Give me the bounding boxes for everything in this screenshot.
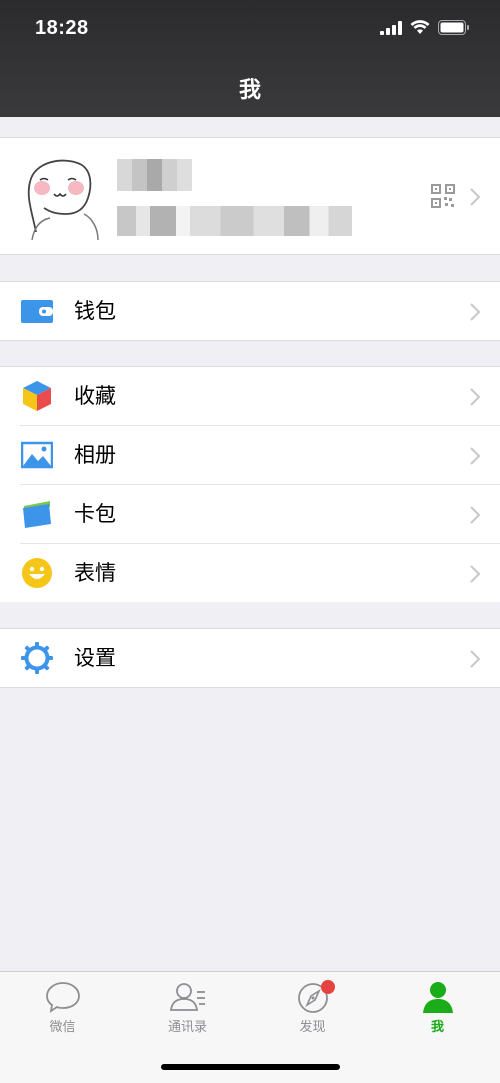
- wifi-icon: [410, 20, 430, 34]
- settings-gear-icon: [21, 642, 53, 674]
- menu-item-favorites[interactable]: 收藏: [0, 367, 500, 425]
- person-icon: [422, 982, 453, 1013]
- menu-item-label: 卡包: [74, 502, 116, 526]
- profile-id-blurred: [117, 206, 352, 236]
- signal-icon: [380, 20, 402, 35]
- tab-label: 微信: [49, 1020, 76, 1035]
- battery-icon: [438, 20, 469, 35]
- profile-chevron-icon: [470, 188, 481, 206]
- tab-label: 我: [430, 1020, 444, 1035]
- chevron-right-icon: [470, 303, 481, 321]
- card-pack-icon: [23, 501, 51, 528]
- status-time: 18:28: [35, 17, 89, 39]
- status-icons: [380, 20, 470, 35]
- menu-item-card-pack[interactable]: 卡包: [0, 485, 500, 543]
- wallet-section: 钱包: [0, 281, 500, 341]
- chevron-right-icon: [470, 506, 481, 524]
- menu-item-label: 相册: [74, 443, 116, 467]
- menu-section: 收藏 相册 卡包 表情: [0, 366, 500, 602]
- chevron-right-icon: [470, 447, 481, 465]
- wallet-icon: [21, 300, 53, 323]
- tab-label: 发现: [299, 1020, 326, 1035]
- top-bar: 18:28 我: [0, 0, 500, 117]
- chat-bubble-icon: [45, 982, 80, 1013]
- contacts-icon: [169, 983, 205, 1011]
- page-title: 我: [238, 78, 261, 103]
- album-icon: [21, 441, 53, 469]
- menu-item-album[interactable]: 相册: [0, 426, 500, 484]
- favorites-icon: [23, 381, 51, 411]
- tab-discover[interactable]: 发现: [250, 980, 375, 1035]
- menu-item-wallet[interactable]: 钱包: [0, 282, 500, 340]
- chevron-right-icon: [470, 565, 481, 583]
- sticker-icon: [22, 558, 52, 588]
- qr-code-icon[interactable]: [431, 184, 455, 208]
- avatar: [22, 152, 102, 242]
- discover-badge-dot: [321, 980, 335, 994]
- tab-me[interactable]: 我: [375, 980, 500, 1035]
- tab-contacts[interactable]: 通讯录: [125, 980, 250, 1035]
- profile-card[interactable]: [0, 137, 500, 255]
- home-indicator[interactable]: [161, 1064, 340, 1070]
- tab-label: 通讯录: [167, 1020, 207, 1035]
- menu-item-label: 收藏: [74, 384, 116, 408]
- menu-item-label: 表情: [74, 561, 116, 585]
- menu-item-label: 钱包: [74, 299, 116, 323]
- settings-section: 设置: [0, 628, 500, 688]
- menu-item-stickers[interactable]: 表情: [0, 544, 500, 602]
- chevron-right-icon: [470, 650, 481, 668]
- menu-item-label: 设置: [74, 646, 116, 670]
- chevron-right-icon: [470, 388, 481, 406]
- menu-item-settings[interactable]: 设置: [0, 629, 500, 687]
- profile-name-blurred: [117, 159, 192, 191]
- tab-chats[interactable]: 微信: [0, 980, 125, 1035]
